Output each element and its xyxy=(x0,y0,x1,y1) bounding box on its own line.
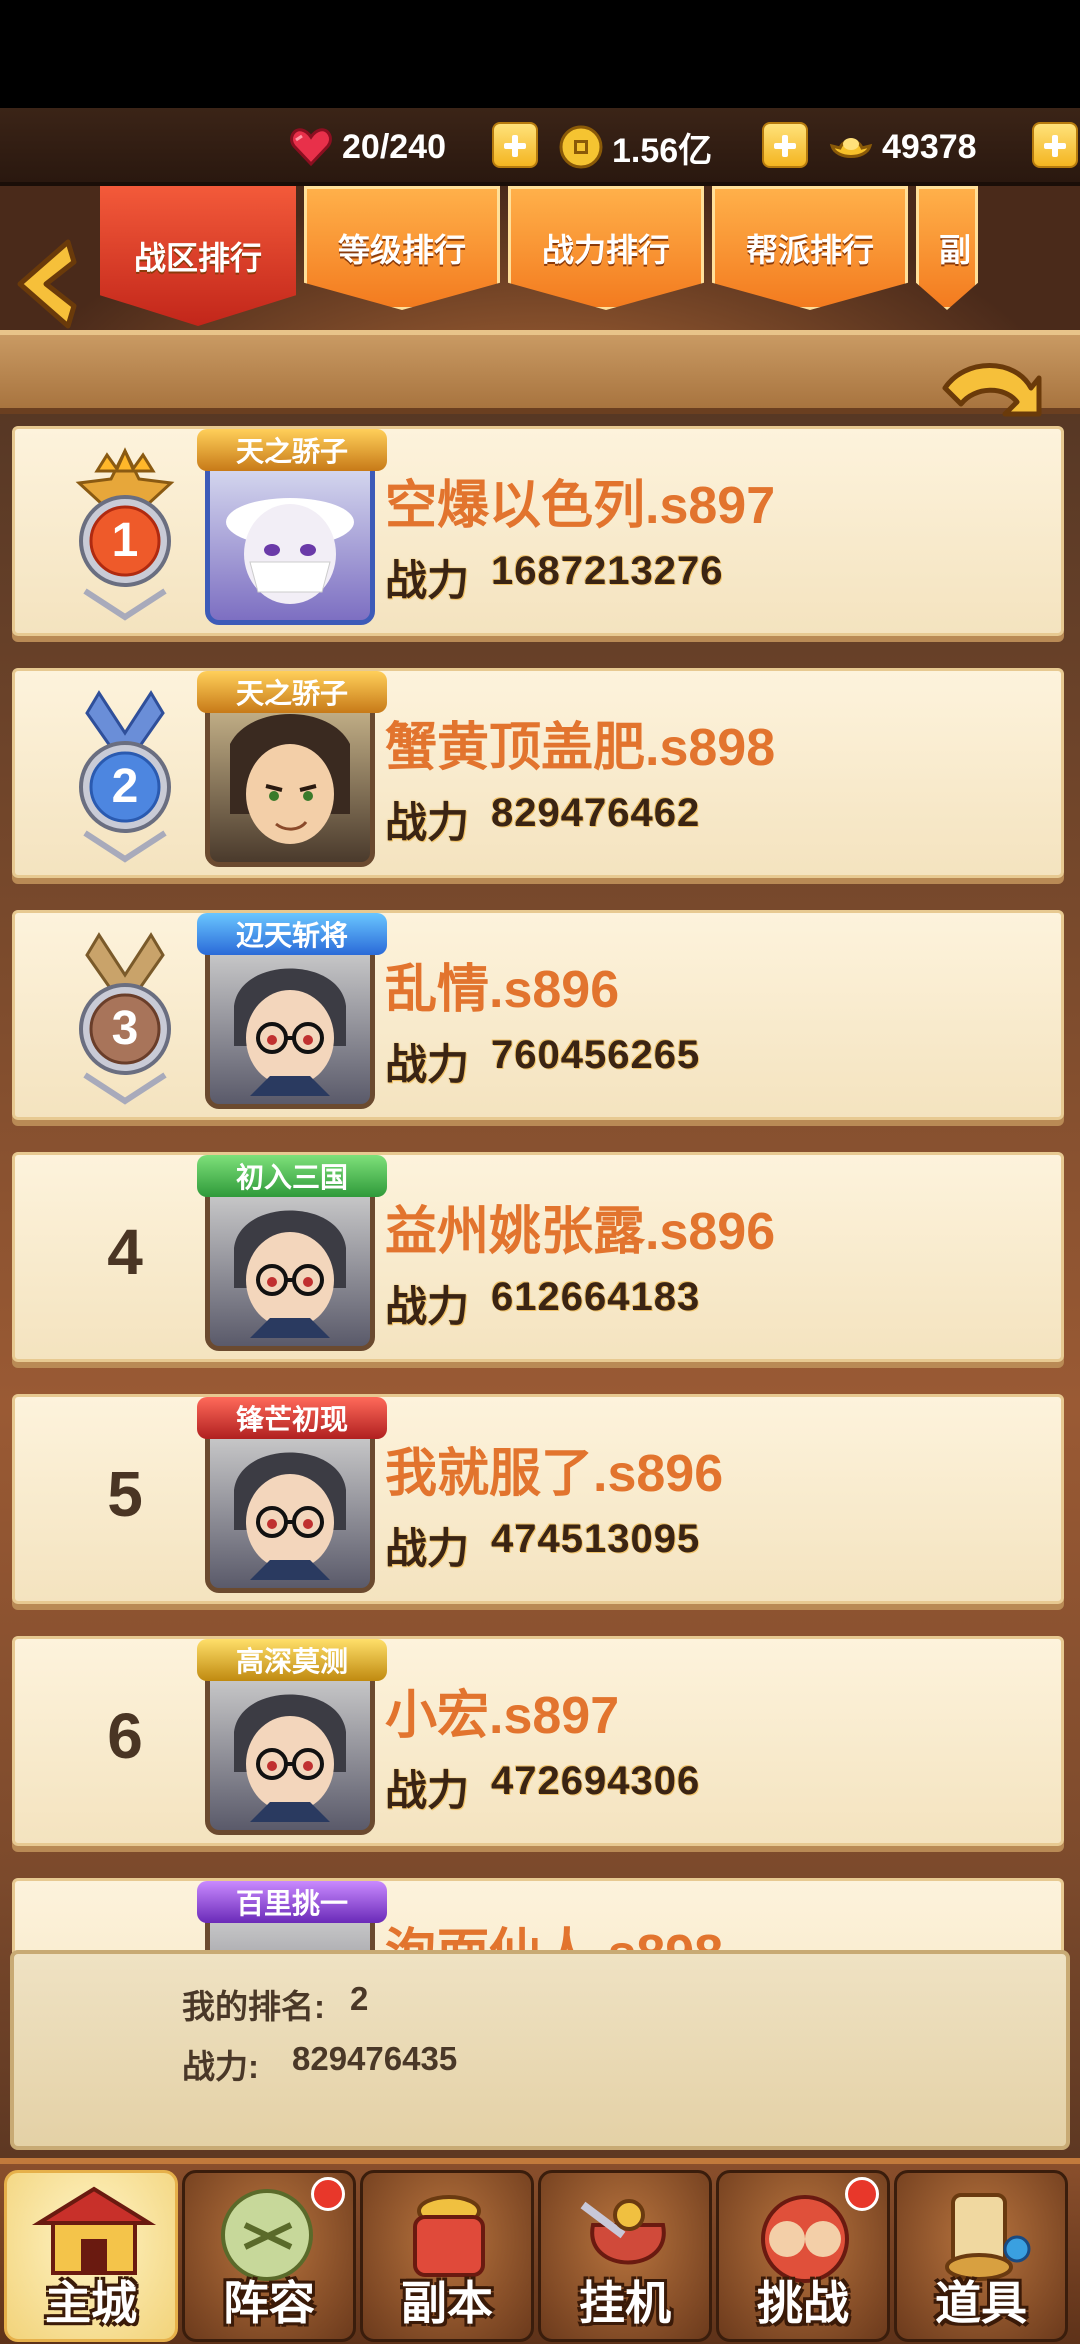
rank-number: 5 xyxy=(107,1458,143,1530)
back-arrow-icon[interactable] xyxy=(10,236,82,332)
rank-number: 2 xyxy=(111,760,139,813)
ranking-row[interactable]: 2 天之骄子 蟹黄顶盖肥.s898 战力 829476462 xyxy=(12,668,1064,878)
status-bar xyxy=(0,0,1080,108)
tab-label: 副 xyxy=(939,232,972,268)
add-stamina-button[interactable] xyxy=(492,122,538,168)
rank-number: 3 xyxy=(111,1002,139,1055)
nav-main-city[interactable]: 主城 xyxy=(4,2170,178,2342)
nav-idle[interactable]: 挂机 xyxy=(538,2170,712,2342)
avatar[interactable] xyxy=(205,1183,375,1351)
power-label: 战力 xyxy=(385,799,470,846)
nav-label: 挂机 xyxy=(579,2277,671,2329)
nav-label: 副本 xyxy=(401,2277,493,2329)
avatar[interactable] xyxy=(205,699,375,867)
tab-label: 帮派排行 xyxy=(745,232,874,268)
ranking-row[interactable]: 6 高深莫测 小宏.s897 战力 472694306 xyxy=(12,1636,1064,1846)
power-label: 战力 xyxy=(385,557,470,604)
resource-bar: 20/240 1.56亿 49378 xyxy=(0,108,1080,186)
tab-label: 战力排行 xyxy=(541,232,670,268)
power-label: 战力 xyxy=(385,1283,470,1330)
my-rank-value: 2 xyxy=(350,1980,369,2017)
nav-items[interactable]: 道具 xyxy=(894,2170,1068,2342)
power-label: 战力 xyxy=(385,1525,470,1572)
coin-resource: 1.56亿 xyxy=(558,118,712,176)
nav-label: 道具 xyxy=(935,2277,1027,2329)
avatar[interactable] xyxy=(205,457,375,625)
title-badge: 天之骄子 xyxy=(197,429,387,471)
rank-number: 6 xyxy=(107,1700,143,1772)
avatar[interactable] xyxy=(205,1425,375,1593)
avatar[interactable] xyxy=(205,1667,375,1835)
power-value: 472694306 xyxy=(491,1759,701,1803)
player-name: 小宏.s897 xyxy=(385,1687,620,1745)
nav-label: 主城 xyxy=(45,2277,137,2329)
nav-label: 挑战 xyxy=(757,2277,849,2329)
tab-label: 战区排行 xyxy=(133,240,262,276)
stamina-value: 20/240 xyxy=(342,127,446,166)
player-name: 益州姚张露.s896 xyxy=(385,1203,776,1261)
nav-lineup[interactable]: 阵容 xyxy=(182,2170,356,2342)
power-value: 829476462 xyxy=(491,791,701,835)
power-label: 战力 xyxy=(385,1041,470,1088)
rank-number: 4 xyxy=(107,1216,143,1288)
notification-dot xyxy=(311,2177,345,2211)
player-name: 蟹黄顶盖肥.s898 xyxy=(385,719,776,777)
heart-icon xyxy=(288,124,334,170)
title-badge: 初入三国 xyxy=(197,1155,387,1197)
player-name: 泡面仙人.s898 xyxy=(385,1925,724,1954)
avatar[interactable] xyxy=(205,941,375,1109)
nav-dungeon[interactable]: 副本 xyxy=(360,2170,534,2342)
gold-ingot-icon xyxy=(828,124,874,170)
ranking-row[interactable]: 3 辺天斩将 乱情.s896 战力 760456265 xyxy=(12,910,1064,1120)
player-name: 我就服了.s896 xyxy=(385,1445,724,1503)
notification-dot xyxy=(845,2177,879,2211)
ranking-row[interactable]: 1 天之骄子 空爆以色列.s897 战力 1687213276 xyxy=(12,426,1064,636)
ranking-row[interactable]: 5 锋芒初现 我就服了.s896 战力 474513095 xyxy=(12,1394,1064,1604)
title-badge: 辺天斩将 xyxy=(197,913,387,955)
title-badge: 百里挑一 xyxy=(197,1881,387,1923)
power-label: 战力 xyxy=(385,1767,470,1814)
ranking-row[interactable]: 百里挑一 泡面仙人.s898 xyxy=(12,1878,1064,1954)
my-rank-label: 我的排名: xyxy=(182,1988,325,2025)
title-badge: 高深莫测 xyxy=(197,1639,387,1681)
power-value: 760456265 xyxy=(491,1033,701,1077)
power-value: 474513095 xyxy=(491,1517,701,1561)
power-value: 1687213276 xyxy=(491,549,724,593)
title-badge: 锋芒初现 xyxy=(197,1397,387,1439)
header-shelf xyxy=(0,330,1080,414)
player-name: 空爆以色列.s897 xyxy=(385,477,776,535)
rank-number: 1 xyxy=(111,514,139,567)
title-badge: 天之骄子 xyxy=(197,671,387,713)
nav-label: 阵容 xyxy=(223,2277,315,2329)
my-power-value: 829476435 xyxy=(292,2040,458,2077)
my-power-label: 战力: xyxy=(182,2048,259,2085)
ingot-value: 49378 xyxy=(882,127,977,166)
game-screen: 20/240 1.56亿 49378 战区排行 等级排行 战力排行 帮派排行 副 xyxy=(0,0,1080,2344)
power-value: 612664183 xyxy=(491,1275,701,1319)
add-coins-button[interactable] xyxy=(762,122,808,168)
stamina-resource: 20/240 xyxy=(288,118,446,176)
nav-challenge[interactable]: 挑战 xyxy=(716,2170,890,2342)
player-name: 乱情.s896 xyxy=(385,961,620,1019)
my-rank-panel: 我的排名: 2 战力: 829476435 xyxy=(10,1950,1070,2150)
coin-icon xyxy=(558,124,604,170)
ingot-resource: 49378 xyxy=(828,118,977,176)
coin-value: 1.56亿 xyxy=(612,131,713,170)
tab-label: 等级排行 xyxy=(337,232,466,268)
ranking-row[interactable]: 4 初入三国 益州姚张露.s896 战力 612664183 xyxy=(12,1152,1064,1362)
add-ingots-button[interactable] xyxy=(1032,122,1078,168)
ranking-list[interactable]: 1 天之骄子 空爆以色列.s897 战力 1687213276 2 天之骄子 蟹… xyxy=(0,414,1080,1954)
